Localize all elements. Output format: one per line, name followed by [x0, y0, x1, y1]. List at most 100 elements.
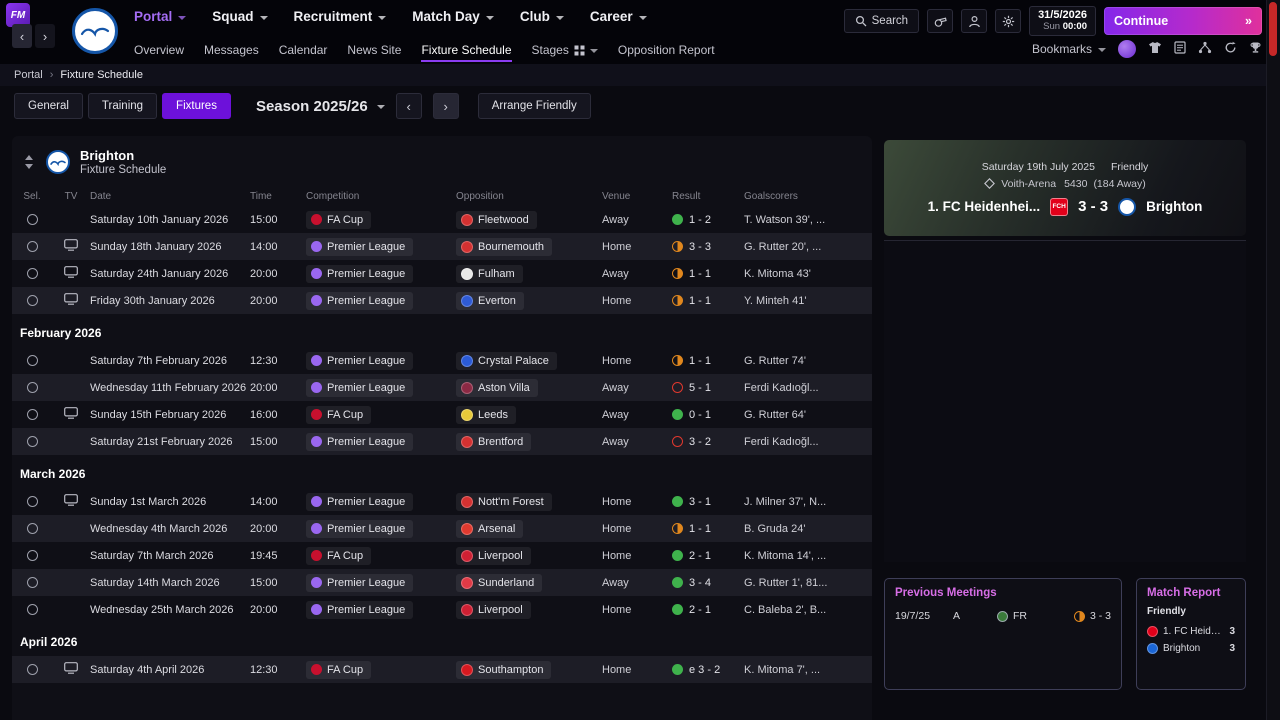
tactics-button[interactable]	[1198, 41, 1212, 57]
fixture-result[interactable]: 3 - 2	[672, 436, 744, 448]
fixture-competition[interactable]: Premier League	[306, 291, 456, 310]
collapse-expand-control[interactable]	[22, 155, 36, 169]
select-radio[interactable]	[26, 268, 38, 279]
refresh-button[interactable]	[1224, 41, 1237, 57]
column-header-sel-[interactable]: Sel.	[12, 191, 52, 202]
tab-fixtures[interactable]: Fixtures	[162, 93, 231, 119]
menu-match-day[interactable]: Match Day	[412, 9, 494, 24]
fixture-competition[interactable]: FA Cup	[306, 546, 456, 565]
fixture-row[interactable]: Friday 30th January 2026 20:00 Premier Lea…	[12, 287, 872, 314]
arrange-friendly-button[interactable]: Arrange Friendly	[477, 93, 591, 119]
select-radio[interactable]	[26, 577, 38, 588]
fixture-result[interactable]: 1 - 1	[672, 268, 744, 280]
fixture-opposition[interactable]: Nott'm Forest	[456, 492, 602, 511]
match-report-team-row[interactable]: Brighton 3	[1137, 640, 1245, 657]
select-radio[interactable]	[26, 664, 38, 675]
previous-meeting-row[interactable]: 19/7/25 A FR 3 - 3	[885, 606, 1121, 626]
settings-button[interactable]	[995, 9, 1022, 33]
fixture-row[interactable]: Sunday 15th February 2026 16:00 FA Cup Leed…	[12, 401, 872, 428]
fixture-result[interactable]: 3 - 4	[672, 577, 744, 589]
fixture-row[interactable]: Saturday 24th January 2026 20:00 Premier L…	[12, 260, 872, 287]
fixture-competition[interactable]: FA Cup	[306, 210, 456, 229]
fixture-opposition[interactable]: Fleetwood	[456, 210, 602, 229]
fixture-opposition[interactable]: Liverpool	[456, 600, 602, 619]
fixture-opposition[interactable]: Bournemouth	[456, 237, 602, 256]
breadcrumb-item-portal[interactable]: Portal	[14, 69, 43, 81]
fixture-result[interactable]: 1 - 1	[672, 523, 744, 535]
select-radio[interactable]	[26, 496, 38, 507]
fixture-competition[interactable]: Premier League	[306, 573, 456, 592]
brighton-club-badge[interactable]	[72, 8, 118, 54]
search-input[interactable]: Search	[843, 9, 920, 33]
menu-squad[interactable]: Squad	[212, 9, 268, 24]
fixture-competition[interactable]: Premier League	[306, 519, 456, 538]
next-season-button[interactable]: ›	[432, 93, 459, 119]
manager-avatar[interactable]	[1118, 40, 1136, 58]
forward-button[interactable]: ›	[35, 24, 55, 48]
game-date[interactable]: 31/5/2026 Sun 00:00	[1029, 6, 1096, 36]
fixture-row[interactable]: Sunday 18th January 2026 14:00 Premier Lea…	[12, 233, 872, 260]
fixture-result[interactable]: 2 - 1	[672, 604, 744, 616]
subnav-item-news-site[interactable]: News Site	[347, 40, 401, 60]
fixture-opposition[interactable]: Arsenal	[456, 519, 602, 538]
column-header-time[interactable]: Time	[250, 191, 306, 202]
subnav-item-opposition-report[interactable]: Opposition Report	[618, 40, 715, 60]
fixture-result[interactable]: 3 - 1	[672, 496, 744, 508]
fixture-result[interactable]: 3 - 3	[672, 241, 744, 253]
match-overview-card[interactable]: Saturday 19th July 2025 Friendly Voith-A…	[884, 140, 1246, 236]
window-scrollbar[interactable]	[1266, 0, 1280, 720]
fixture-row[interactable]: Wednesday 4th March 2026 20:00 Premier Lea…	[12, 515, 872, 542]
fixture-competition[interactable]: Premier League	[306, 432, 456, 451]
column-header-result[interactable]: Result	[672, 191, 744, 202]
fixture-opposition[interactable]: Fulham	[456, 264, 602, 283]
notes-button[interactable]	[1174, 41, 1186, 57]
fixture-row[interactable]: Wednesday 25th March 2026 20:00 Premier Le…	[12, 596, 872, 623]
fixture-result[interactable]: 1 - 1	[672, 295, 744, 307]
column-header-competition[interactable]: Competition	[306, 191, 456, 202]
back-button[interactable]: ‹	[12, 24, 32, 48]
fixture-result[interactable]: 0 - 1	[672, 409, 744, 421]
select-radio[interactable]	[26, 241, 38, 252]
select-radio[interactable]	[26, 523, 38, 534]
fixture-competition[interactable]: Premier League	[306, 264, 456, 283]
fixture-row[interactable]: Saturday 4th April 2026 12:30 FA Cup Southa…	[12, 656, 872, 683]
fixture-competition[interactable]: Premier League	[306, 600, 456, 619]
tab-training[interactable]: Training	[87, 93, 158, 119]
season-selector[interactable]: Season 2025/26	[256, 98, 385, 115]
select-radio[interactable]	[26, 355, 38, 366]
column-header-opposition[interactable]: Opposition	[456, 191, 602, 202]
menu-club[interactable]: Club	[520, 9, 564, 24]
fixture-opposition[interactable]: Liverpool	[456, 546, 602, 565]
fixture-competition[interactable]: Premier League	[306, 237, 456, 256]
kit-button[interactable]	[1148, 41, 1162, 57]
breadcrumb-item-fixture-schedule[interactable]: Fixture Schedule	[60, 69, 143, 81]
continue-button[interactable]: Continue »	[1104, 7, 1262, 35]
subnav-item-fixture-schedule[interactable]: Fixture Schedule	[421, 40, 511, 60]
menu-career[interactable]: Career	[590, 9, 647, 24]
bookmarks-dropdown[interactable]: Bookmarks	[1032, 42, 1106, 56]
column-header-venue[interactable]: Venue	[602, 191, 672, 202]
menu-recruitment[interactable]: Recruitment	[294, 9, 387, 24]
match-report-team-row[interactable]: 1. FC Heidenheim 3	[1137, 623, 1245, 640]
competitions-button[interactable]	[1249, 41, 1262, 57]
subnav-item-overview[interactable]: Overview	[134, 40, 184, 60]
fixture-competition[interactable]: FA Cup	[306, 660, 456, 679]
subnav-item-stages[interactable]: Stages	[532, 40, 598, 60]
subnav-item-calendar[interactable]: Calendar	[279, 40, 328, 60]
fixture-opposition[interactable]: Sunderland	[456, 573, 602, 592]
column-header-date[interactable]: Date	[90, 191, 250, 202]
fixture-opposition[interactable]: Aston Villa	[456, 378, 602, 397]
whistle-button[interactable]	[927, 9, 954, 33]
select-radio[interactable]	[26, 436, 38, 447]
fixture-result[interactable]: e 3 - 2	[672, 664, 744, 676]
column-header-goalscorers[interactable]: Goalscorers	[744, 191, 872, 202]
fixture-competition[interactable]: Premier League	[306, 378, 456, 397]
tab-general[interactable]: General	[14, 93, 83, 119]
manager-button[interactable]	[961, 9, 988, 33]
fixture-row[interactable]: Saturday 7th March 2026 19:45 FA Cup Liverp…	[12, 542, 872, 569]
fixture-competition[interactable]: Premier League	[306, 351, 456, 370]
select-radio[interactable]	[26, 295, 38, 306]
select-radio[interactable]	[26, 214, 38, 225]
scrollbar-thumb[interactable]	[1269, 2, 1277, 56]
previous-season-button[interactable]: ‹	[395, 93, 422, 119]
